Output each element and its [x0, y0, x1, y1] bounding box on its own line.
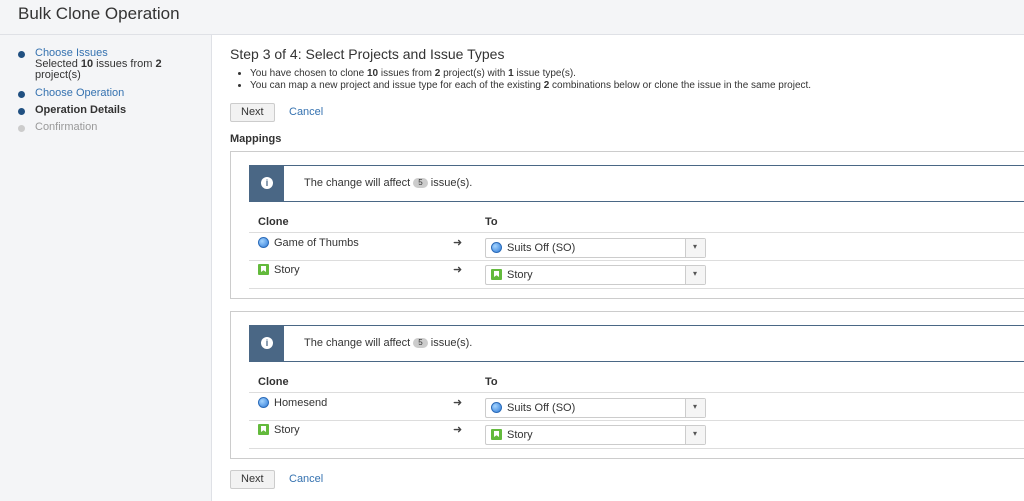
instructions-list: You have chosen to clone 10 issues from …	[250, 68, 1024, 92]
mappings-heading: Mappings	[230, 133, 282, 145]
chevron-down-icon: ▾	[693, 402, 698, 411]
source-issue-type: Story	[258, 264, 300, 276]
chevron-down-icon: ▾	[693, 269, 698, 278]
story-icon	[258, 264, 269, 275]
arrow-right-icon: ➜	[453, 397, 463, 409]
dropdown-toggle[interactable]: ▾	[685, 426, 705, 444]
chevron-down-icon: ▾	[693, 429, 698, 438]
divider	[249, 420, 1024, 421]
project-avatar-icon	[491, 402, 502, 413]
info-message-text: The change will affect 5 issue(s).	[304, 177, 473, 189]
divider	[249, 392, 1024, 393]
cancel-link[interactable]: Cancel	[289, 106, 323, 118]
clone-column-header: Clone	[258, 216, 289, 228]
target-issue-type-select[interactable]: Story ▾	[485, 265, 706, 285]
info-icon: i	[261, 177, 273, 189]
story-icon	[491, 269, 502, 280]
instruction-item: You have chosen to clone 10 issues from …	[250, 68, 1024, 80]
step-choose-issues-summary: Selected 10 issues from 2 project(s)	[35, 58, 162, 81]
target-project-select[interactable]: Suits Off (SO) ▾	[485, 398, 706, 418]
divider	[249, 448, 1024, 449]
next-button-bottom[interactable]: Next	[230, 470, 275, 489]
arrow-right-icon: ➜	[453, 237, 463, 249]
arrow-right-icon: ➜	[453, 264, 463, 276]
step-operation-details-label: Operation Details	[35, 104, 127, 116]
dropdown-toggle[interactable]: ▾	[685, 239, 705, 257]
page-title: Bulk Clone Operation	[18, 4, 180, 23]
step-dot-icon	[18, 108, 25, 115]
clone-column-header: Clone	[258, 376, 289, 388]
wizard-steps: Choose Issues Selected 10 issues from 2 …	[0, 35, 212, 501]
source-project: Game of Thumbs	[258, 237, 359, 249]
story-icon	[258, 424, 269, 435]
chevron-down-icon: ▾	[693, 242, 698, 251]
step-title: Step 3 of 4: Select Projects and Issue T…	[230, 46, 505, 62]
story-icon	[491, 429, 502, 440]
affected-count-badge: 5	[413, 178, 428, 188]
divider	[249, 260, 1024, 261]
instruction-item: You can map a new project and issue type…	[250, 80, 1024, 92]
page-header: Bulk Clone Operation	[0, 0, 1024, 35]
arrow-right-icon: ➜	[453, 424, 463, 436]
project-avatar-icon	[258, 397, 269, 408]
project-avatar-icon	[491, 242, 502, 253]
project-avatar-icon	[258, 237, 269, 248]
source-project: Homesend	[258, 397, 327, 409]
to-column-header: To	[485, 216, 498, 228]
mapping-panel: i The change will affect 5 issue(s). Clo…	[230, 311, 1024, 459]
next-button[interactable]: Next	[230, 103, 275, 122]
dropdown-toggle[interactable]: ▾	[685, 399, 705, 417]
step-confirmation-label: Confirmation	[35, 121, 98, 133]
info-message-text: The change will affect 5 issue(s).	[304, 337, 473, 349]
step-dot-icon	[18, 51, 25, 58]
divider	[249, 288, 1024, 289]
divider	[249, 232, 1024, 233]
affected-count-badge: 5	[413, 338, 428, 348]
source-issue-type: Story	[258, 424, 300, 436]
target-project-select[interactable]: Suits Off (SO) ▾	[485, 238, 706, 258]
mapping-panel: i The change will affect 5 issue(s). Clo…	[230, 151, 1024, 299]
target-issue-type-select[interactable]: Story ▾	[485, 425, 706, 445]
to-column-header: To	[485, 376, 498, 388]
info-message: i The change will affect 5 issue(s).	[249, 165, 1024, 202]
cancel-link-bottom[interactable]: Cancel	[289, 473, 323, 485]
step-dot-icon	[18, 125, 25, 132]
info-message: i The change will affect 5 issue(s).	[249, 325, 1024, 362]
step-choose-operation-link[interactable]: Choose Operation	[35, 87, 124, 99]
dropdown-toggle[interactable]: ▾	[685, 266, 705, 284]
step-dot-icon	[18, 91, 25, 98]
info-icon: i	[261, 337, 273, 349]
